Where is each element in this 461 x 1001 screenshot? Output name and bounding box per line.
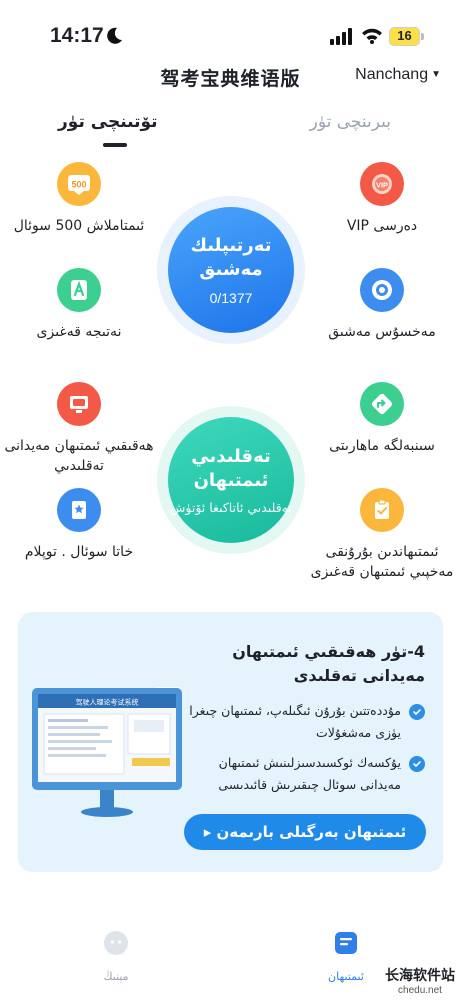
promo-bullet-1-text: مۇددەتتىن بۇرۇن ئىگىلەپ، ئىمتىھان چىغرا … [189, 703, 401, 740]
nav-profile-label: مېنىڭ [103, 970, 129, 983]
mock-title: تەقلىدىي ئىمتىھان [191, 445, 271, 491]
grade-a-icon [57, 268, 101, 312]
status-time: 14:17 [50, 24, 104, 47]
vip-item[interactable]: VIP دەرسى VIP [307, 162, 457, 236]
status-bar: 14:17 16 [0, 0, 461, 62]
promo-title: 4-تۈر ھەقىقىي ئىمتىھان مەيدانى تەقلىدى [232, 642, 425, 685]
result-label: نەتىجە قەغىزى [36, 324, 122, 340]
go-to-exam-button[interactable]: ئىمتىھان بەرگىلى بارىمەن ▸ [184, 814, 426, 850]
target-icon [360, 268, 404, 312]
monitor-icon [57, 382, 101, 426]
watermark-main: 长海软件站 [385, 968, 455, 984]
vip-medal-icon: VIP [360, 162, 404, 206]
nav-exam[interactable]: ئىمتىھان [306, 930, 386, 983]
signal-icon [330, 28, 352, 45]
battery-indicator: 16 [389, 27, 420, 46]
check-circle-icon [409, 704, 425, 720]
wrong-item[interactable]: خاتا سوئال . توپلام [4, 488, 154, 562]
real-exam-item[interactable]: ھەقىقىي ئىمتىھان مەيدانى تەقلىدىي [4, 382, 154, 476]
watermark-sub: chedu.net [398, 985, 442, 996]
mock-exam-button[interactable]: تەقلىدىي ئىمتىھان تەقلىدىي ئاتاكىغا ئۆتۈ… [168, 417, 294, 543]
wrong-label: خاتا سوئال . توپلام [24, 544, 134, 560]
svg-text:VIP: VIP [376, 181, 388, 190]
clipboard-icon [360, 488, 404, 532]
sequential-practice-button[interactable]: تەرتىپلىك مەشىق 0/1377 [168, 207, 294, 333]
skills-item[interactable]: سىنبەلگە ماھارىتى [307, 382, 457, 456]
screen-title: 驾驶人理论考试系统 [76, 698, 139, 707]
watermark: 长海软件站 chedu.net [385, 965, 455, 996]
city-label: Nanchang [355, 66, 429, 83]
exam500-item[interactable]: 500 ئىمتاملاش 500 سوئال [4, 162, 154, 236]
practice-count: 0/1377 [209, 290, 253, 306]
practice-title: تەرتىپلىك مەشىق [190, 235, 272, 280]
mock-subtitle: تەقلىدىي ئاتاكىغا ئۆتۈش [170, 499, 292, 515]
tab-subject-four[interactable]: تۆتىنچى تۈر [58, 112, 158, 132]
promo-bullet-1: مۇددەتتىن بۇرۇن ئىگىلەپ، ئىمتىھان چىغرا … [185, 700, 425, 744]
skills-label: سىنبەلگە ماھارىتى [329, 438, 435, 454]
battery-tip [421, 33, 424, 40]
active-tab-indicator [103, 143, 127, 147]
star-bookmark-icon [57, 488, 101, 532]
real-exam-label: ھەقىقىي ئىمتىھان مەيدانى تەقلىدىي [4, 438, 154, 474]
caret-down-icon: ▼ [431, 69, 441, 80]
monitor-illustration: 驾驶人理论考试系统 [32, 687, 182, 817]
moon-icon [107, 27, 122, 44]
promo-bullet-2-text: يۇكسەك ئوكسىدسىزلىنىش ئىمتىھان مەيدانى س… [218, 755, 401, 792]
special-item[interactable]: مەخسۇس مەشىق [307, 268, 457, 342]
exam500-label: ئىمتاملاش 500 سوئال [13, 218, 145, 234]
check-circle-icon [409, 756, 425, 772]
paper-item[interactable]: ئىمتىھاندىن بۇرۇنقى مەخپىي ئىمتىھان قەغى… [307, 488, 457, 582]
face-icon [104, 931, 128, 955]
nav-profile[interactable]: مېنىڭ [76, 930, 156, 983]
nav-exam-label: ئىمتىھان [328, 970, 364, 983]
paper-label: ئىمتىھاندىن بۇرۇنقى مەخپىي ئىمتىھان قەغى… [310, 544, 454, 580]
promo-bullet-2: يۇكسەك ئوكسىدسىزلىنىش ئىمتىھان مەيدانى س… [185, 752, 425, 796]
city-selector[interactable]: Nanchang ▼ [355, 66, 441, 84]
500-badge-icon: 500 [57, 162, 101, 206]
turn-sign-icon [360, 382, 404, 426]
exam-doc-icon [335, 932, 357, 954]
svg-text:500: 500 [71, 180, 86, 190]
promo-card[interactable]: 驾驶人理论考试系统 4-تۈر ھەقىقىي ئىمتىھان مەيدانى… [18, 612, 443, 872]
result-item[interactable]: نەتىجە قەغىزى [4, 268, 154, 342]
vip-label: دەرسى VIP [346, 218, 418, 234]
special-label: مەخسۇس مەشىق [328, 324, 436, 340]
wifi-icon [362, 28, 382, 44]
tab-subject-one[interactable]: بىرىنچى تۈر [310, 112, 391, 132]
